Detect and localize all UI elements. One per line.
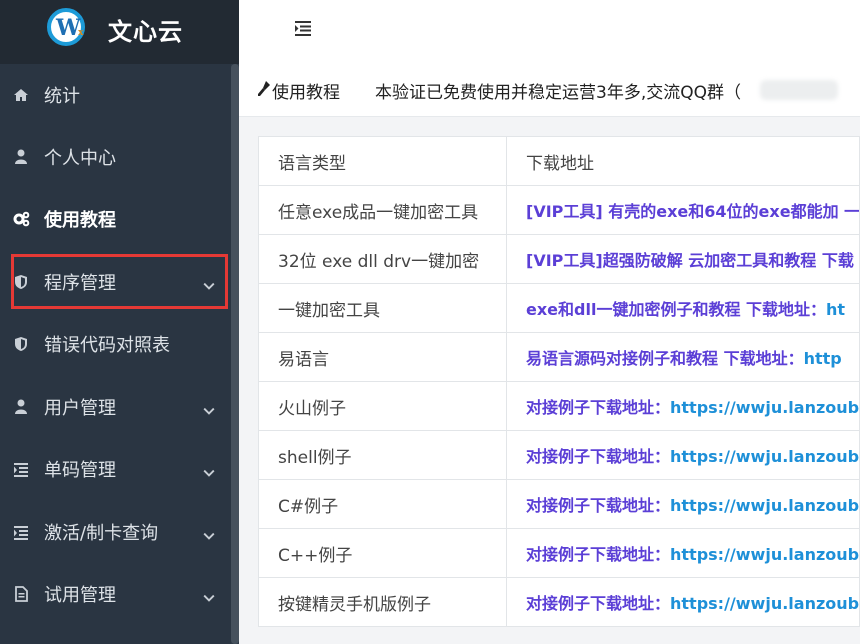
download-cell: 对接例子下载地址：https://wwju.lanzoub. xyxy=(506,577,860,627)
sidebar-item-7[interactable]: 激活/制卡查询 xyxy=(0,501,231,563)
table-row: 32位 exe dll drv一键加密 [VIP工具]超强防破解 云加密工具和教程… xyxy=(258,234,860,284)
language-type-cell: 易语言 xyxy=(258,332,507,382)
download-link[interactable]: 易语言源码对接例子和教程 下载地址： xyxy=(526,349,804,368)
download-link[interactable]: 对接例子下载地址： xyxy=(526,447,670,466)
logo-letter: W xyxy=(56,15,81,41)
download-table: 语言类型 下载地址 任意exe成品一键加密工具 [VIP工具] 有壳的exe和64… xyxy=(258,136,860,627)
download-cell: 对接例子下载地址：https://wwju.lanzoub. xyxy=(506,479,860,529)
download-url[interactable]: ht xyxy=(826,300,845,319)
download-cell: 对接例子下载地址：https://wwju.lanzoub. xyxy=(506,381,860,431)
table-row: 一键加密工具 exe和dll一键加密例子和教程 下载地址：ht xyxy=(258,283,860,333)
language-type-cell: 32位 exe dll drv一键加密 xyxy=(258,234,507,284)
sidebar-toggle-icon[interactable] xyxy=(293,18,313,38)
sidebar-item-label: 个人中心 xyxy=(44,148,116,169)
table-row: C#例子 对接例子下载地址：https://wwju.lanzoub. xyxy=(258,479,860,529)
download-link[interactable]: 对接例子下载地址： xyxy=(526,594,670,613)
sidebar-item-label: 使用教程 xyxy=(44,210,116,231)
table-header-row: 语言类型 下载地址 xyxy=(258,136,860,186)
table-row: 任意exe成品一键加密工具 [VIP工具] 有壳的exe和64位的exe都能加 一 xyxy=(258,185,860,235)
download-url[interactable]: http xyxy=(804,349,842,368)
download-cell: 易语言源码对接例子和教程 下载地址：http xyxy=(506,332,860,382)
redacted-qq-number xyxy=(760,80,838,100)
user-icon xyxy=(12,398,30,416)
gears-icon xyxy=(12,210,30,228)
header-download-url: 下载地址 xyxy=(506,136,860,186)
download-link[interactable]: [VIP工具] 有壳的exe和64位的exe都能加 一 xyxy=(526,202,859,221)
sidebar-item-1[interactable]: 个人中心 xyxy=(0,126,231,188)
indent-icon xyxy=(12,523,30,541)
sidebar-item-0[interactable]: 统计 xyxy=(0,64,231,126)
language-type-cell: C++例子 xyxy=(258,528,507,578)
logo-bar: W x 文心云 xyxy=(0,0,239,64)
sidebar-item-5[interactable]: 用户管理 xyxy=(0,376,231,438)
sidebar-item-label: 错误代码对照表 xyxy=(44,335,170,356)
download-url[interactable]: https://wwju.lanzoub. xyxy=(670,447,858,466)
chevron-down-icon xyxy=(203,589,215,602)
download-url[interactable]: https://wwju.lanzoub. xyxy=(670,594,858,613)
language-type-cell: C#例子 xyxy=(258,479,507,529)
chevron-down-icon xyxy=(203,527,215,540)
language-type-cell: shell例子 xyxy=(258,430,507,480)
table-row: shell例子 对接例子下载地址：https://wwju.lanzoub. xyxy=(258,430,860,480)
file-icon xyxy=(12,585,30,603)
chevron-down-icon xyxy=(203,464,215,477)
download-link[interactable]: 对接例子下载地址： xyxy=(526,545,670,564)
download-cell: exe和dll一键加密例子和教程 下载地址：ht xyxy=(506,283,860,333)
download-link[interactable]: exe和dll一键加密例子和教程 下载地址： xyxy=(526,300,826,319)
language-type-cell: 火山例子 xyxy=(258,381,507,431)
language-type-cell: 任意exe成品一键加密工具 xyxy=(258,185,507,235)
language-type-cell: 按键精灵手机版例子 xyxy=(258,577,507,627)
sidebar-item-6[interactable]: 单码管理 xyxy=(0,438,231,500)
download-cell: [VIP工具] 有壳的exe和64位的exe都能加 一 xyxy=(506,185,860,235)
indent-icon xyxy=(12,460,30,478)
pin-icon xyxy=(258,81,270,96)
notice-title: 使用教程 xyxy=(272,83,340,103)
table-row: 火山例子 对接例子下载地址：https://wwju.lanzoub. xyxy=(258,381,860,431)
logo-sub: x xyxy=(78,28,84,38)
download-link[interactable]: 对接例子下载地址： xyxy=(526,496,670,515)
sidebar-item-label: 试用管理 xyxy=(44,585,116,606)
sidebar-item-8[interactable]: 试用管理 xyxy=(0,563,231,625)
download-link[interactable]: [VIP工具]超强防破解 云加密工具和教程 下载 xyxy=(526,251,854,270)
download-cell: [VIP工具]超强防破解 云加密工具和教程 下载 xyxy=(506,234,860,284)
chevron-down-icon xyxy=(203,402,215,415)
language-type-cell: 一键加密工具 xyxy=(258,283,507,333)
sidebar-item-label: 用户管理 xyxy=(44,398,116,419)
table-row: 按键精灵手机版例子 对接例子下载地址：https://wwju.lanzoub. xyxy=(258,577,860,627)
header-language-type: 语言类型 xyxy=(258,136,507,186)
shield-icon xyxy=(12,335,30,353)
download-url[interactable]: https://wwju.lanzoub. xyxy=(670,398,858,417)
sidebar-item-label: 统计 xyxy=(44,86,80,107)
sidebar-item-2[interactable]: 使用教程 xyxy=(0,188,231,250)
table-row: 易语言 易语言源码对接例子和教程 下载地址：http xyxy=(258,332,860,382)
logo-icon: W x xyxy=(47,8,85,46)
table-row: C++例子 对接例子下载地址：https://wwju.lanzoub. xyxy=(258,528,860,578)
highlight-box xyxy=(11,254,228,309)
sidebar-scrollbar-thumb[interactable] xyxy=(231,64,239,644)
download-url[interactable]: https://wwju.lanzoub. xyxy=(670,496,858,515)
download-cell: 对接例子下载地址：https://wwju.lanzoub. xyxy=(506,528,860,578)
brand-name: 文心云 xyxy=(108,18,183,46)
user-icon xyxy=(12,148,30,166)
topbar xyxy=(239,0,860,65)
sidebar-item-label: 激活/制卡查询 xyxy=(44,523,159,544)
sidebar-item-label: 单码管理 xyxy=(44,460,116,481)
download-cell: 对接例子下载地址：https://wwju.lanzoub. xyxy=(506,430,860,480)
sidebar-item-4[interactable]: 错误代码对照表 xyxy=(0,313,231,375)
home-icon xyxy=(12,86,30,104)
download-link[interactable]: 对接例子下载地址： xyxy=(526,398,670,417)
download-url[interactable]: https://wwju.lanzoub. xyxy=(670,545,858,564)
